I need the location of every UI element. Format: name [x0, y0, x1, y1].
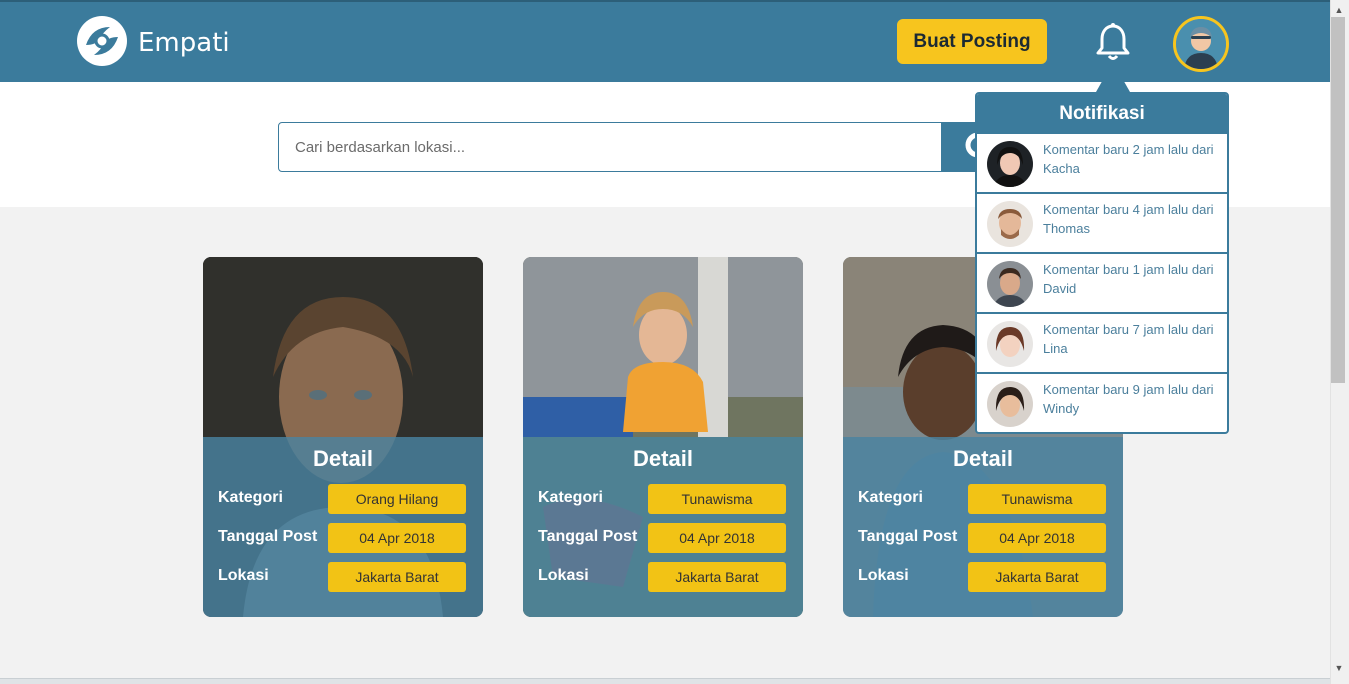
- commenter-avatar: [987, 381, 1033, 427]
- card-title: Detail: [313, 446, 373, 471]
- notification-text: Komentar baru 2 jam lalu dari Kacha: [1043, 142, 1214, 176]
- location-badge: Jakarta Barat: [328, 562, 466, 592]
- notification-item[interactable]: Komentar baru 2 jam lalu dari Kacha: [977, 134, 1227, 194]
- taskbar-edge: [0, 678, 1330, 684]
- brand-name[interactable]: Empati: [138, 28, 230, 58]
- user-avatar-icon: [1176, 19, 1226, 69]
- date-badge: 04 Apr 2018: [648, 523, 786, 553]
- notification-text: Komentar baru 1 jam lalu dari David: [1043, 262, 1214, 296]
- commenter-avatar: [987, 201, 1033, 247]
- category-badge: Orang Hilang: [328, 484, 466, 514]
- commenter-avatar: [987, 321, 1033, 367]
- date-label: Tanggal Post: [218, 528, 318, 545]
- post-card[interactable]: Detail Kategori Orang Hilang Tanggal Pos…: [203, 257, 483, 617]
- location-label: Lokasi: [218, 567, 269, 584]
- location-badge: Jakarta Barat: [648, 562, 786, 592]
- notification-text: Komentar baru 4 jam lalu dari Thomas: [1043, 202, 1214, 236]
- bell-icon[interactable]: [1094, 22, 1132, 62]
- notification-text: Komentar baru 9 jam lalu dari Windy: [1043, 382, 1214, 416]
- date-label: Tanggal Post: [538, 528, 638, 545]
- location-label: Lokasi: [858, 567, 909, 584]
- notification-item[interactable]: Komentar baru 1 jam lalu dari David: [977, 254, 1227, 314]
- location-search-input[interactable]: [278, 122, 942, 172]
- commenter-avatar: [987, 261, 1033, 307]
- commenter-avatar: [987, 141, 1033, 187]
- scroll-up-arrow-icon[interactable]: ▲: [1333, 4, 1345, 16]
- notification-text: Komentar baru 7 jam lalu dari Lina: [1043, 322, 1214, 356]
- notification-item[interactable]: Komentar baru 4 jam lalu dari Thomas: [977, 194, 1227, 254]
- create-post-button[interactable]: Buat Posting: [897, 19, 1047, 64]
- empati-logo-icon[interactable]: [76, 15, 128, 67]
- notification-item[interactable]: Komentar baru 7 jam lalu dari Lina: [977, 314, 1227, 374]
- date-label: Tanggal Post: [858, 528, 958, 545]
- notification-pointer: [1096, 62, 1130, 92]
- card-title: Detail: [953, 446, 1013, 471]
- notification-title: Notifikasi: [977, 94, 1227, 134]
- category-label: Kategori: [538, 489, 603, 506]
- scrollbar-thumb[interactable]: [1331, 17, 1345, 383]
- post-card[interactable]: Detail Kategori Tunawisma Tanggal Post 0…: [523, 257, 803, 617]
- date-badge: 04 Apr 2018: [968, 523, 1106, 553]
- notification-dropdown: Notifikasi Komentar baru 2 jam lalu dari…: [975, 92, 1229, 434]
- top-navbar: Empati Buat Posting: [0, 0, 1330, 82]
- location-badge: Jakarta Barat: [968, 562, 1106, 592]
- card-title: Detail: [633, 446, 693, 471]
- notification-item[interactable]: Komentar baru 9 jam lalu dari Windy: [977, 374, 1227, 432]
- date-badge: 04 Apr 2018: [328, 523, 466, 553]
- user-avatar[interactable]: [1173, 16, 1229, 72]
- category-badge: Tunawisma: [968, 484, 1106, 514]
- category-label: Kategori: [218, 489, 283, 506]
- category-label: Kategori: [858, 489, 923, 506]
- category-badge: Tunawisma: [648, 484, 786, 514]
- location-label: Lokasi: [538, 567, 589, 584]
- scroll-down-arrow-icon[interactable]: ▼: [1333, 662, 1345, 674]
